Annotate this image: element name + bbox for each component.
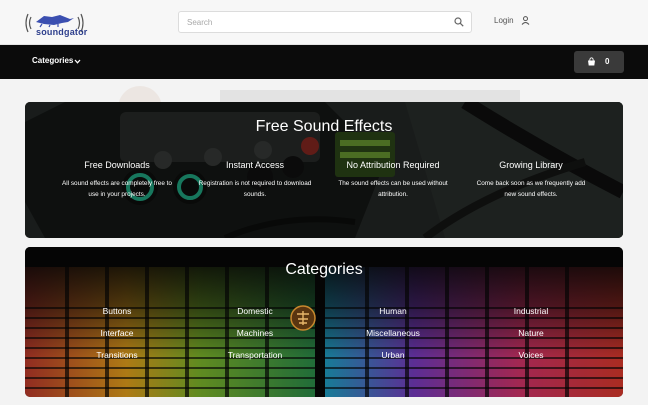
feature-free-downloads: Free Downloads All sound effects are com… [57, 160, 177, 200]
feature-text: All sound effects are completely free to… [61, 180, 172, 198]
feature-title: Instant Access [225, 160, 285, 170]
category-link-voices[interactable]: Voices [481, 350, 581, 360]
chevron-down-icon[interactable] [74, 58, 81, 65]
category-link-human[interactable]: Human [343, 306, 443, 316]
cart-count: 0 [605, 57, 610, 66]
search-input[interactable] [187, 15, 447, 29]
search-icon[interactable] [454, 17, 464, 27]
category-link-transportation[interactable]: Transportation [205, 350, 305, 360]
category-link-industrial[interactable]: Industrial [481, 306, 581, 316]
site-header: soundgator Login [0, 0, 648, 45]
categories-title: Categories [285, 261, 363, 278]
user-icon[interactable] [521, 16, 530, 25]
category-link-miscellaneous[interactable]: Miscellaneous [343, 328, 443, 338]
search-box [178, 11, 472, 33]
feature-growing-library: Growing Library Come back soon as we fre… [471, 160, 591, 200]
category-link-transitions[interactable]: Transitions [67, 350, 167, 360]
categories-section: Categories Buttons Domestic Human Indust… [25, 247, 623, 397]
feature-title: Growing Library [499, 160, 563, 170]
feature-title: Free Downloads [84, 160, 150, 170]
main-navbar: Categories 0 [0, 45, 648, 79]
category-link-machines[interactable]: Machines [205, 328, 305, 338]
category-link-buttons[interactable]: Buttons [67, 306, 167, 316]
logo-text: soundgator [36, 27, 88, 37]
feature-no-attribution: No Attribution Required The sound effect… [333, 160, 453, 200]
feature-text: The sound effects can be used without at… [338, 180, 448, 198]
cart-icon [588, 57, 595, 66]
feature-text: Come back soon as we frequently add new … [476, 180, 586, 198]
soundgator-logo[interactable]: soundgator [22, 6, 90, 40]
feature-text: Registration is not required to download… [198, 180, 312, 198]
categories-dropdown[interactable]: Categories [32, 56, 73, 65]
category-link-nature[interactable]: Nature [481, 328, 581, 338]
feature-instant-access: Instant Access Registration is not requi… [195, 160, 315, 200]
hero-title: Free Sound Effects [255, 118, 393, 135]
category-link-urban[interactable]: Urban [343, 350, 443, 360]
category-link-interface[interactable]: Interface [67, 328, 167, 338]
hero-banner: Free Sound Effects Free Downloads All so… [25, 102, 623, 238]
login-link[interactable]: Login [494, 16, 514, 25]
category-link-domestic[interactable]: Domestic [205, 306, 305, 316]
feature-title: No Attribution Required [346, 160, 440, 170]
cart-button[interactable]: 0 [574, 51, 624, 73]
